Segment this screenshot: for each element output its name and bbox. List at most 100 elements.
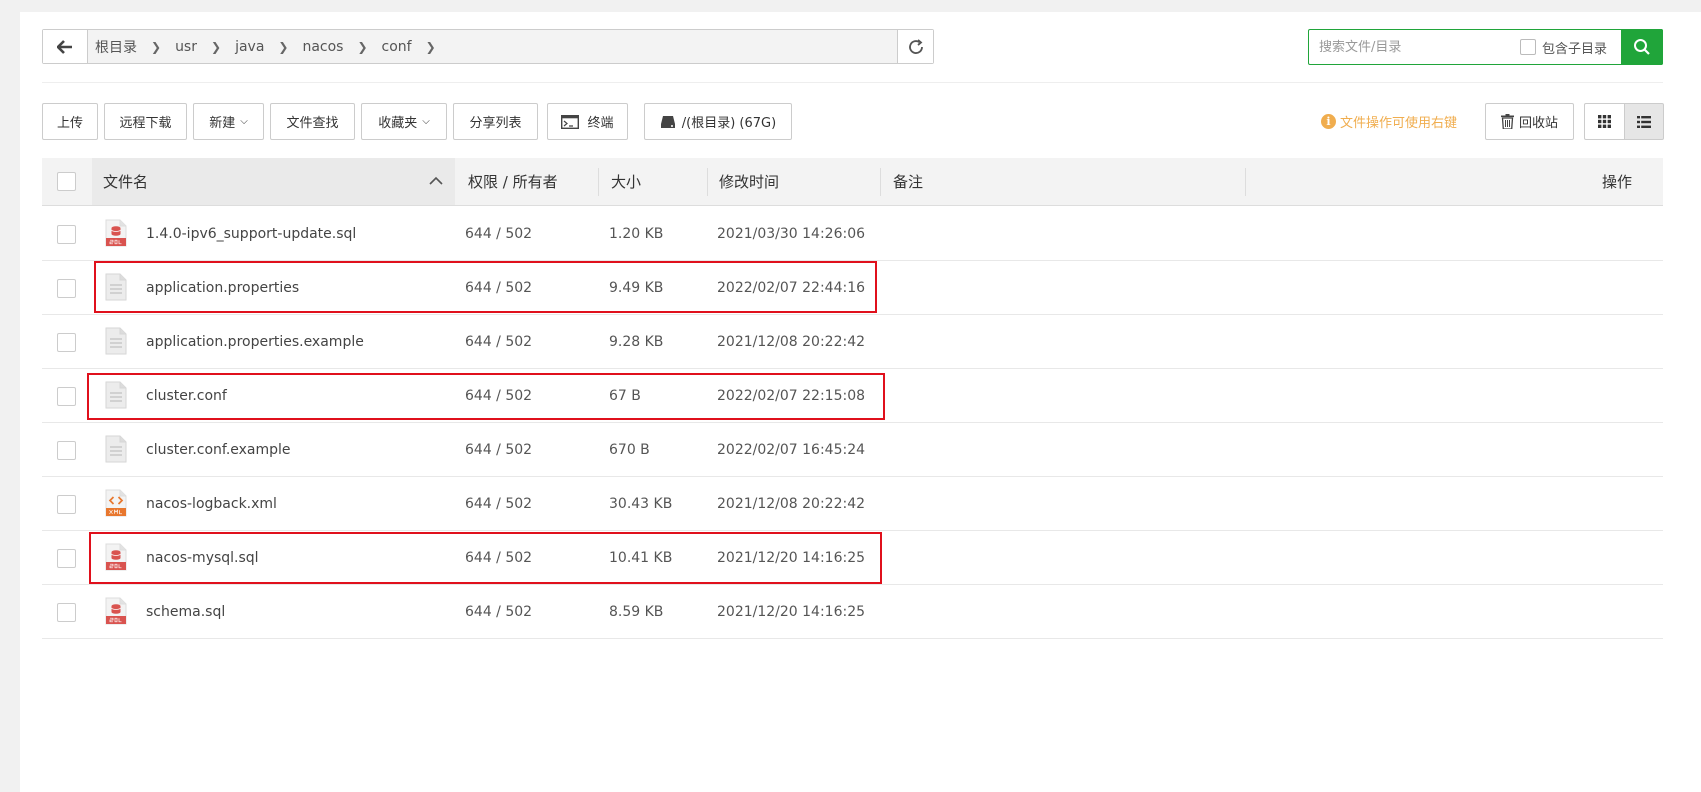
list-view-button[interactable] [1624,103,1664,140]
back-button[interactable] [43,30,88,63]
row-checkbox[interactable] [57,387,76,406]
breadcrumb-root[interactable]: 根目录 [95,37,137,57]
file-size: 30.43 KB [609,495,673,512]
column-divider [1245,168,1246,196]
file-name[interactable]: nacos-logback.xml [146,477,277,530]
file-mtime: 2021/03/30 14:26:06 [717,225,866,242]
row-checkbox[interactable] [57,225,76,244]
file-size: 8.59 KB [609,603,664,620]
file-name[interactable]: 1.4.0-ipv6_support-update.sql [146,207,356,260]
file-permission[interactable]: 644 / 502 [465,531,532,584]
terminal-icon [561,114,580,129]
file-name[interactable]: schema.sql [146,585,225,638]
file-permission[interactable]: 644 / 502 [465,315,532,368]
recycle-bin-label: 回收站 [1518,116,1558,131]
file-size: 1.20 KB [609,225,664,242]
row-checkbox[interactable] [57,603,76,622]
row-checkbox[interactable] [57,333,76,352]
row-checkbox[interactable] [57,495,76,514]
trash-icon [1500,114,1514,129]
row-checkbox[interactable] [57,279,76,298]
upload-button[interactable]: 上传 [42,103,98,140]
grid-view-button[interactable] [1584,103,1625,140]
file-name[interactable]: cluster.conf.example [146,423,291,476]
favorites-label: 收藏夹 [378,116,418,131]
chevron-right-icon[interactable]: ❯ [426,40,436,54]
file-name[interactable]: application.properties.example [146,315,364,368]
subdir-checkbox-label[interactable]: 包含子目录 [1520,30,1607,64]
disk-label: /(根目录) (67G) [681,116,777,131]
favorites-button[interactable]: 收藏夹 ⌵ [361,103,447,140]
sql-file-icon [105,597,127,625]
size-column-header[interactable]: 大小 [611,158,641,205]
breadcrumb: 根目录 ❯ usr ❯ java ❯ nacos ❯ conf ❯ [95,30,450,63]
path-bar: 根目录 ❯ usr ❯ java ❯ nacos ❯ conf ❯ [42,29,934,64]
row-checkbox[interactable] [57,549,76,568]
file-name[interactable]: application.properties [146,261,299,314]
file-size: 9.49 KB [609,279,664,296]
file-permission[interactable]: 644 / 502 [465,207,532,260]
share-list-label: 分享列表 [469,116,522,131]
file-permission[interactable]: 644 / 502 [465,477,532,530]
xml-file-icon [105,489,127,517]
recycle-bin-button[interactable]: 回收站 [1485,103,1574,140]
right-click-tip: i 文件操作可使用右键 [1321,103,1457,140]
breadcrumb-nacos[interactable]: nacos [302,39,343,55]
file-name[interactable]: cluster.conf [146,369,227,422]
search-input[interactable] [1309,30,1509,64]
breadcrumb-usr[interactable]: usr [175,39,197,55]
name-column-header[interactable]: 文件名 [92,158,455,205]
file-size: 67 B [609,387,641,404]
column-divider [707,168,708,196]
table-row[interactable]: schema.sql 644 / 502 8.59 KB 2021/12/20 … [42,585,1663,639]
file-permission[interactable]: 644 / 502 [465,585,532,638]
subdir-label: 包含子目录 [1542,41,1608,57]
file-mtime: 2021/12/20 14:16:25 [717,603,866,620]
remote-download-label: 远程下载 [119,116,172,131]
name-header-label: 文件名 [103,173,149,191]
new-button[interactable]: 新建 ⌵ [193,103,264,140]
file-permission[interactable]: 644 / 502 [465,369,532,422]
share-list-button[interactable]: 分享列表 [453,103,538,140]
sql-file-icon [105,543,127,571]
table-row[interactable]: cluster.conf.example 644 / 502 670 B 202… [42,423,1663,477]
select-all-checkbox[interactable] [57,172,76,191]
file-size: 9.28 KB [609,333,664,350]
row-checkbox[interactable] [57,441,76,460]
column-divider [880,168,881,196]
file-mtime: 2021/12/20 14:16:25 [717,549,866,566]
terminal-button[interactable]: 终端 [547,103,628,140]
file-permission[interactable]: 644 / 502 [465,423,532,476]
chevron-right-icon: ❯ [151,39,162,54]
file-mtime: 2022/02/07 22:15:08 [717,387,866,404]
file-mtime: 2021/12/08 20:22:42 [717,495,866,512]
chevron-right-icon: ❯ [278,39,289,54]
find-file-button[interactable]: 文件查找 [270,103,355,140]
refresh-button[interactable] [897,30,933,63]
table-row[interactable]: nacos-logback.xml 644 / 502 30.43 KB 202… [42,477,1663,531]
table-row[interactable]: application.properties 644 / 502 9.49 KB… [42,261,1663,315]
sort-up-icon[interactable] [429,176,443,185]
search-button[interactable] [1621,29,1663,65]
table-row[interactable]: nacos-mysql.sql 644 / 502 10.41 KB 2021/… [42,531,1663,585]
table-row[interactable]: application.properties.example 644 / 502… [42,315,1663,369]
mtime-column-header[interactable]: 修改时间 [719,158,779,205]
hard-drive-icon [660,115,675,128]
text-file-icon [105,435,127,463]
chevron-down-icon: ⌵ [422,116,430,127]
table-row[interactable]: cluster.conf 644 / 502 67 B 2022/02/07 2… [42,369,1663,423]
table-row[interactable]: 1.4.0-ipv6_support-update.sql 644 / 502 … [42,207,1663,261]
file-mtime: 2021/12/08 20:22:42 [717,333,866,350]
find-file-label: 文件查找 [286,116,339,131]
terminal-label: 终端 [587,116,614,131]
file-name[interactable]: nacos-mysql.sql [146,531,259,584]
file-permission[interactable]: 644 / 502 [465,261,532,314]
disk-button[interactable]: /(根目录) (67G) [644,103,792,140]
search-icon [1634,39,1650,55]
remote-download-button[interactable]: 远程下载 [104,103,187,140]
subdir-checkbox[interactable] [1520,39,1536,55]
breadcrumb-conf[interactable]: conf [382,39,412,55]
file-mtime: 2022/02/07 16:45:24 [717,441,866,458]
perm-column-header[interactable]: 权限 / 所有者 [468,158,558,205]
breadcrumb-java[interactable]: java [235,39,264,55]
